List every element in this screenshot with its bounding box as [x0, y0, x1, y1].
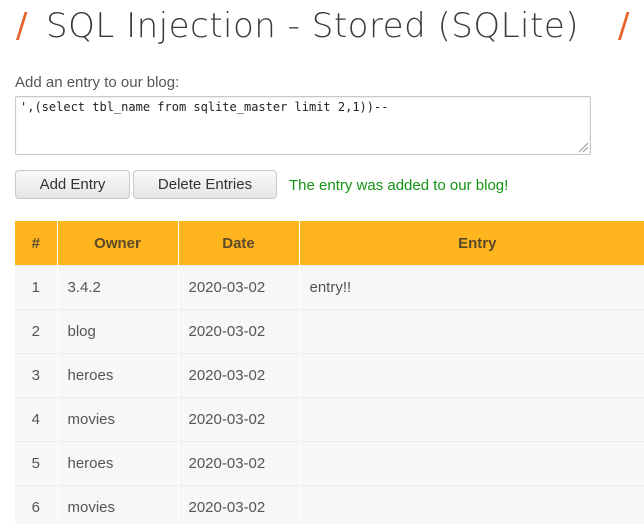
entry-label: Add an entry to our blog:: [15, 74, 180, 91]
cell-number: 5: [15, 441, 58, 486]
cell-owner: movies: [57, 485, 179, 524]
cell-date: 2020-03-02: [178, 485, 300, 524]
cell-owner: blog: [57, 309, 179, 354]
cell-entry: [299, 397, 644, 442]
table-row: 1 3.4.2 2020-03-02 entry!!: [15, 265, 644, 310]
cell-number: 6: [15, 485, 58, 524]
cell-number: 4: [15, 397, 58, 442]
cell-entry: [299, 309, 644, 354]
table-row: 5 heroes 2020-03-02: [15, 441, 644, 486]
resize-grip-icon[interactable]: [577, 141, 589, 153]
delete-entries-button[interactable]: Delete Entries: [133, 170, 277, 199]
cell-owner: heroes: [57, 353, 179, 398]
status-message: The entry was added to our blog!: [289, 177, 509, 194]
cell-date: 2020-03-02: [178, 309, 300, 354]
header-date: Date: [178, 221, 300, 266]
cell-owner: movies: [57, 397, 179, 442]
header-owner: Owner: [57, 221, 179, 266]
table-row: 4 movies 2020-03-02: [15, 397, 644, 442]
cell-date: 2020-03-02: [178, 265, 300, 310]
entry-textarea[interactable]: ',(select tbl_name from sqlite_master li…: [15, 96, 591, 155]
cell-date: 2020-03-02: [178, 353, 300, 398]
blog-table: # Owner Date Entry 1 3.4.2 2020-03-02 en…: [15, 221, 644, 524]
title-slash-right: /: [618, 6, 630, 46]
cell-owner: 3.4.2: [57, 265, 179, 310]
title-slash-left: /: [16, 6, 28, 46]
add-entry-button[interactable]: Add Entry: [15, 170, 130, 199]
page: / SQL Injection - Stored (SQLite) / Add …: [0, 0, 644, 524]
header-entry: Entry: [299, 221, 644, 266]
cell-entry: [299, 353, 644, 398]
cell-entry: [299, 485, 644, 524]
table-row: 2 blog 2020-03-02: [15, 309, 644, 354]
cell-number: 3: [15, 353, 58, 398]
cell-entry: [299, 441, 644, 486]
table-header-row: # Owner Date Entry: [15, 221, 644, 266]
cell-entry: entry!!: [299, 265, 644, 310]
header-number: #: [15, 221, 58, 266]
page-title: / SQL Injection - Stored (SQLite) /: [0, 6, 644, 54]
cell-date: 2020-03-02: [178, 397, 300, 442]
cell-owner: heroes: [57, 441, 179, 486]
cell-date: 2020-03-02: [178, 441, 300, 486]
cell-number: 1: [15, 265, 58, 310]
cell-number: 2: [15, 309, 58, 354]
table-row: 6 movies 2020-03-02: [15, 485, 644, 524]
title-text: SQL Injection - Stored (SQLite): [46, 6, 580, 46]
table-row: 3 heroes 2020-03-02: [15, 353, 644, 398]
